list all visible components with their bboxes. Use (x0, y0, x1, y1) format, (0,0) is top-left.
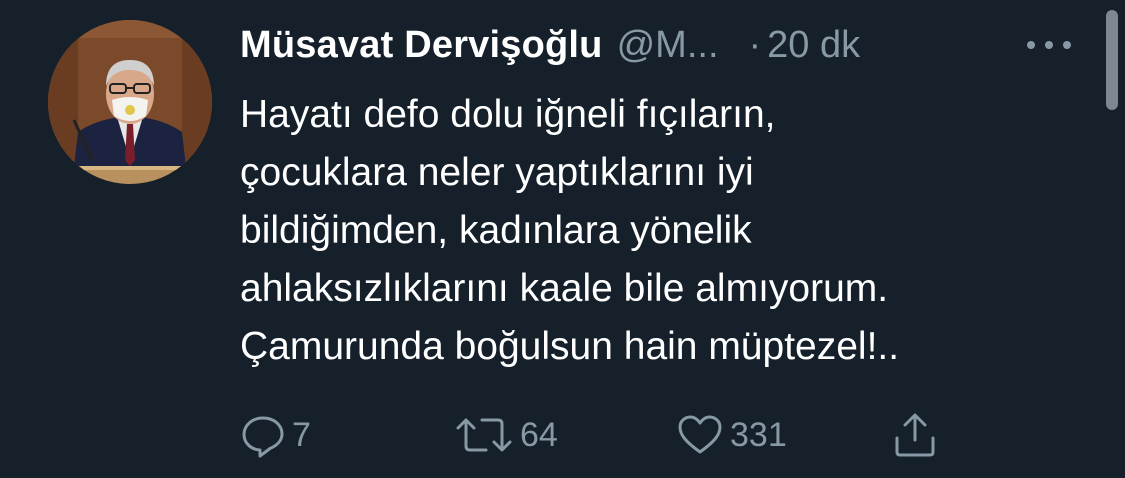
separator-dot: · (748, 23, 762, 66)
tweet-text-line: bildiğimden, kadınlara yönelik (240, 209, 752, 252)
share-button[interactable] (892, 410, 938, 460)
tweet-header: Müsavat Dervişoğlu @M... · 20 dk (240, 18, 1070, 72)
retweet-button[interactable]: 64 (454, 410, 558, 460)
retweet-count: 64 (520, 415, 558, 454)
reply-count: 7 (292, 415, 311, 454)
like-icon (678, 415, 722, 454)
tweet-timestamp[interactable]: 20 dk (767, 24, 860, 67)
share-icon (895, 413, 935, 457)
reply-icon (242, 416, 284, 458)
tweet-text-line: Hayatı defo dolu iğneli fıçıların, (240, 93, 776, 136)
tweet-actions: 7 64 331 (240, 410, 1000, 460)
retweet-icon (456, 418, 512, 452)
avatar[interactable] (48, 20, 212, 184)
tweet-text-line: Çamurunda boğulsun hain müptezel!.. (240, 325, 900, 368)
author-display-name[interactable]: Müsavat Dervişoğlu (240, 24, 603, 67)
more-icon[interactable] (1027, 30, 1071, 60)
tweet-text: Hayatı defo dolu iğneli fıçıların, çocuk… (240, 86, 1070, 376)
scrollbar[interactable] (1106, 10, 1118, 110)
like-count: 331 (730, 415, 787, 454)
tweet[interactable]: Müsavat Dervişoğlu @M... · 20 dk Hayatı … (0, 0, 1125, 478)
tweet-text-line: ahlaksızlıklarını kaale bile almıyorum. (240, 267, 889, 310)
like-button[interactable]: 331 (676, 410, 787, 460)
reply-button[interactable]: 7 (240, 410, 311, 460)
author-handle[interactable]: @M... (617, 24, 719, 67)
tweet-text-line: çocuklara neler yaptıklarını iyi (240, 151, 754, 194)
